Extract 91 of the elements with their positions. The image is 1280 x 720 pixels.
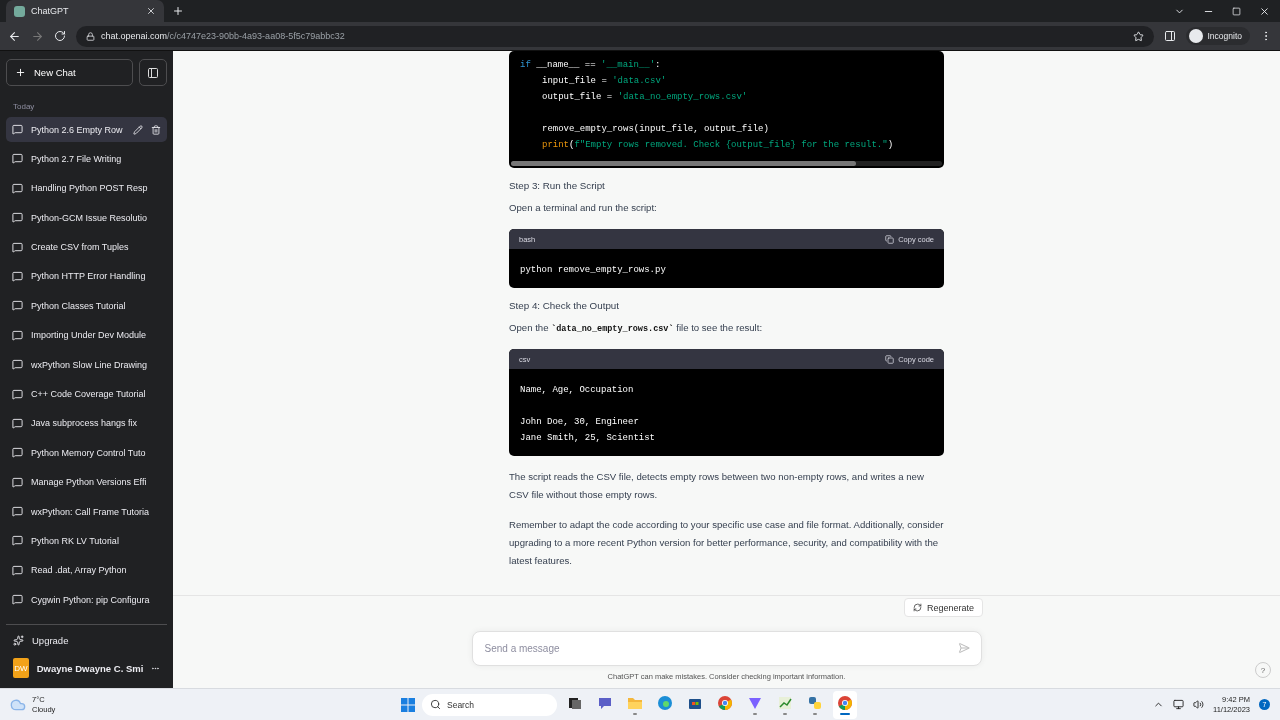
chat-bubble-icon: [12, 182, 23, 194]
windows-start-icon[interactable]: [400, 696, 416, 713]
side-panel-icon[interactable]: [1163, 30, 1176, 42]
taskbar-search[interactable]: Search: [422, 693, 557, 716]
user-name[interactable]: Dwayne Dwayne C. Smi: [36, 662, 144, 674]
code-line: print(f"Empty rows removed. Check {output_file} for the result."): [541, 139, 895, 152]
favicon-icon: [14, 5, 25, 17]
chat-bubble-icon: [12, 417, 23, 429]
chat-bubble-icon: [12, 153, 23, 165]
profile-button[interactable]: Incognito: [1185, 27, 1250, 45]
chart-icon: [777, 694, 793, 711]
delete-icon[interactable]: [151, 124, 161, 135]
code-line: Name, Age, Occupation: [520, 384, 635, 397]
maximize-icon[interactable]: [1232, 6, 1241, 16]
message-field[interactable]: Send a message: [471, 631, 982, 666]
chrome-icon: [717, 694, 733, 711]
chat-bubble-icon: [12, 476, 23, 488]
new-chat-button[interactable]: New Chat: [6, 59, 133, 86]
chat-bubble-icon: [12, 124, 23, 135]
paragraph: Open a terminal and run the script:: [509, 201, 658, 215]
back-icon[interactable]: [8, 29, 21, 43]
chat-item[interactable]: wxPython Slow Line Drawing: [6, 352, 167, 378]
copy-icon: [885, 234, 895, 244]
chat-bubble-icon: [12, 241, 23, 253]
chat-item[interactable]: Manage Python Versions Effi: [6, 469, 167, 495]
forward-icon[interactable]: [31, 29, 44, 43]
browser-icon: [657, 694, 673, 711]
chat-item[interactable]: wxPython: Call Frame Tutoria: [6, 499, 167, 525]
chat-bubble-icon: [12, 506, 23, 518]
code-line: output_file = 'data_no_empty_rows.csv': [541, 91, 749, 104]
step-heading: Step 3: Run the Script: [509, 180, 606, 191]
chat-bubble-icon: [12, 564, 23, 576]
new-tab-icon[interactable]: [172, 5, 184, 17]
sparkle-icon: [13, 635, 24, 646]
chat-bubble-icon: [12, 388, 23, 400]
paragraph: Remember to adapt the code according to your specific use case and file format. Additionally, consider upgrading to a more recent Python version for better performance, security, and compatibility with the latest features.: [509, 518, 944, 568]
paragraph: The script reads the CSV file, detects empty rows between two non-empty rows, and writes a new CSV file without those empty rows.: [509, 470, 925, 502]
edit-icon[interactable]: [133, 124, 143, 135]
chat-bubble-icon: [12, 300, 23, 312]
chat-item[interactable]: C++ Code Coverage Tutorial: [6, 381, 167, 407]
chat-bubble-icon: [12, 212, 23, 224]
chat-bubble-icon: [12, 594, 23, 606]
chat-item[interactable]: Python RK LV Tutorial: [6, 528, 167, 554]
chat-bubble-icon: [12, 535, 23, 547]
paragraph: Open the `data_no_empty_rows.csv` file to see the result:: [509, 321, 764, 336]
bookmark-star-icon[interactable]: [1132, 30, 1144, 42]
section-label: Today: [13, 102, 36, 111]
chat-bubble-icon: [12, 447, 23, 459]
search-icon: [430, 699, 441, 710]
url-text: chat.openai.com/c/c4747e23-90bb-4a93-aa08-5f5c79abbc32: [101, 31, 345, 41]
user-avatar: DW: [13, 658, 29, 678]
code-line: Jane Smith, 25, Scientist: [520, 432, 657, 445]
chat-bubble-icon: [12, 359, 23, 371]
chat-item[interactable]: Cygwin Python: pip Configura: [6, 587, 167, 613]
chat-item[interactable]: Java subprocess hangs fix: [6, 410, 167, 436]
panel-icon: [147, 66, 159, 79]
chat-item[interactable]: Python Classes Tutorial: [6, 293, 167, 319]
chat-bubble-icon: [12, 329, 23, 341]
code-line: input_file = 'data.csv': [541, 75, 668, 88]
address-bar[interactable]: chat.openai.com/c/c4747e23-90bb-4a93-aa08-5f5c79abbc32: [76, 25, 1154, 47]
browser-tab[interactable]: ChatGPT: [6, 0, 164, 22]
step-heading: Step 4: Check the Output: [509, 300, 620, 311]
chat-bubble-icon: [12, 270, 23, 282]
chat-item[interactable]: Handling Python POST Resp: [6, 175, 167, 201]
close-icon[interactable]: [1259, 5, 1270, 17]
refresh-icon: [912, 603, 922, 612]
reload-icon[interactable]: [54, 30, 66, 42]
chat-item[interactable]: Importing Under Dev Module: [6, 322, 167, 348]
lock-icon: [86, 31, 95, 41]
chat-item[interactable]: Python-GCM Issue Resolutio: [6, 205, 167, 231]
network-icon[interactable]: [1173, 699, 1184, 710]
code-line: python remove_empty_rows.py: [520, 264, 667, 277]
code-line: John Doe, 30, Engineer: [520, 416, 640, 429]
close-tab-icon[interactable]: [146, 6, 156, 16]
volume-icon[interactable]: [1193, 699, 1204, 710]
chat-item[interactable]: Python Memory Control Tuto: [6, 440, 167, 466]
chat-item[interactable]: Python HTTP Error Handling: [6, 263, 167, 289]
scrollbar-thumb[interactable]: [511, 161, 856, 166]
chat-item[interactable]: Python 2.6 Empty Row: [6, 117, 167, 142]
chrome-icon: [837, 694, 853, 711]
sidebar-toggle-button[interactable]: [139, 59, 167, 86]
copy-icon: [885, 354, 895, 364]
plus-icon: [15, 67, 26, 78]
code-line: if __name__ == '__main__':: [520, 59, 662, 72]
chat-item[interactable]: Read .dat, Array Python: [6, 557, 167, 583]
upgrade-button[interactable]: Upgrade: [6, 625, 167, 656]
code-line: remove_empty_rows(input_file, output_file): [541, 123, 770, 136]
chat-item[interactable]: Create CSV from Tuples: [6, 234, 167, 260]
regenerate-button[interactable]: Regenerate: [903, 598, 983, 617]
chat-item[interactable]: Python 2.7 File Writing: [6, 146, 167, 172]
profile-icon: [1188, 29, 1203, 43]
